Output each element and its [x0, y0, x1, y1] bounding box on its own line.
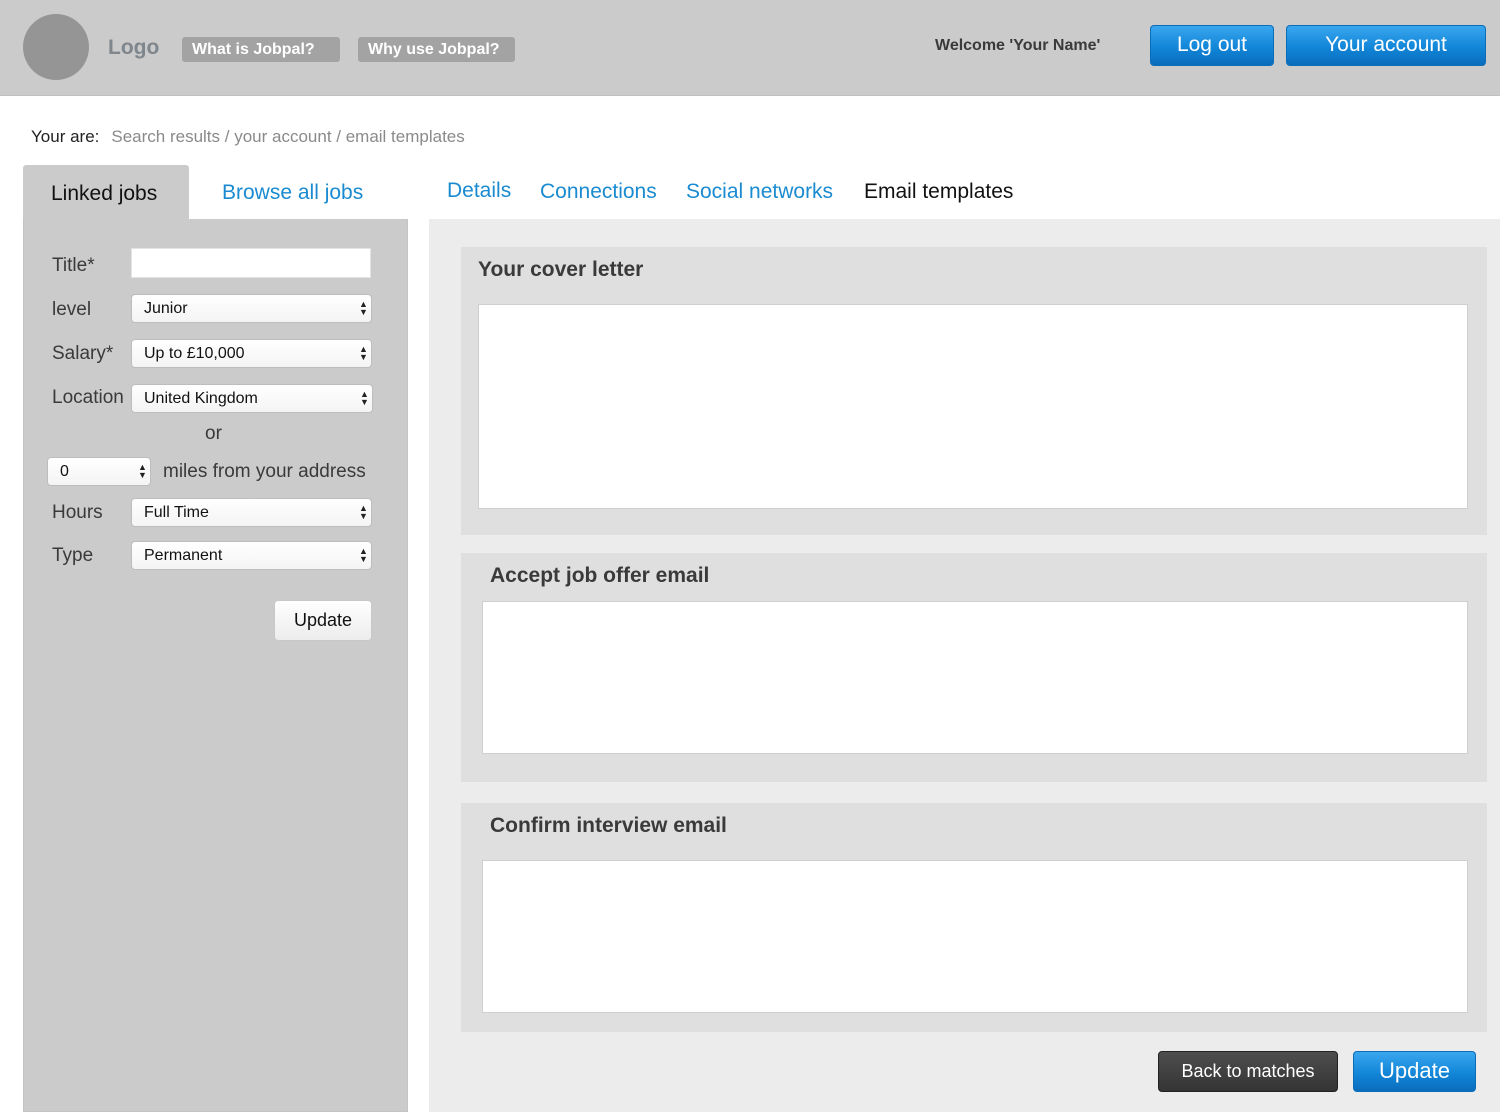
hours-select[interactable]: Full Time ▲ ▼ [131, 498, 372, 527]
accept-offer-textarea[interactable] [482, 601, 1468, 754]
logo-text[interactable]: Logo [108, 36, 159, 60]
type-select[interactable]: Permanent ▲ ▼ [131, 541, 372, 570]
select-arrows-icon: ▲ ▼ [138, 462, 147, 480]
type-label: Type [52, 545, 94, 566]
welcome-text: Welcome 'Your Name' [935, 37, 1101, 54]
tab-browse-all-jobs[interactable]: Browse all jobs [222, 181, 363, 205]
accept-offer-title: Accept job offer email [490, 564, 710, 587]
cover-letter-title: Your cover letter [478, 258, 644, 281]
update-templates-button[interactable]: Update [1353, 1051, 1476, 1092]
tab-social-networks[interactable]: Social networks [686, 180, 833, 204]
salary-value: Up to £10,000 [144, 345, 245, 362]
type-value: Permanent [144, 547, 223, 564]
back-to-matches-button[interactable]: Back to matches [1158, 1051, 1338, 1092]
select-arrows-icon: ▲ ▼ [359, 546, 368, 564]
salary-select[interactable]: Up to £10,000 ▲ ▼ [131, 339, 372, 368]
select-arrows-icon: ▲ ▼ [359, 299, 368, 317]
location-select[interactable]: United Kingdom ▲ ▼ [131, 384, 373, 413]
your-account-button[interactable]: Your account [1286, 25, 1486, 66]
level-value: Junior [144, 300, 188, 317]
breadcrumb-path[interactable]: Search results / your account / email te… [111, 127, 464, 146]
tab-email-templates[interactable]: Email templates [864, 180, 1013, 204]
nav-what-is-jobpal[interactable]: What is Jobpal? [182, 37, 340, 62]
title-input[interactable] [131, 248, 371, 278]
breadcrumb-label: Your are: [31, 127, 100, 146]
confirm-interview-textarea[interactable] [482, 860, 1468, 1013]
tab-linked-jobs[interactable]: Linked jobs [23, 165, 189, 221]
location-label: Location [52, 387, 124, 408]
logo-icon [23, 14, 89, 80]
title-label: Title* [52, 255, 95, 276]
location-value: United Kingdom [144, 390, 258, 407]
tab-connections[interactable]: Connections [540, 180, 657, 204]
select-arrows-icon: ▲ ▼ [359, 344, 368, 362]
select-arrows-icon: ▲ ▼ [360, 389, 369, 407]
filter-update-button[interactable]: Update [274, 600, 372, 641]
hours-value: Full Time [144, 504, 209, 521]
nav-why-use-jobpal[interactable]: Why use Jobpal? [358, 37, 515, 62]
miles-value: 0 [60, 463, 69, 480]
hours-label: Hours [52, 502, 103, 523]
level-label: level [52, 299, 92, 320]
salary-label: Salary* [52, 343, 114, 364]
cover-letter-textarea[interactable] [478, 304, 1468, 509]
breadcrumb: Your are: Search results / your account /… [31, 127, 465, 147]
logout-button[interactable]: Log out [1150, 25, 1274, 66]
top-header: Logo What is Jobpal? Why use Jobpal? Wel… [0, 0, 1500, 96]
miles-label: miles from your address [163, 461, 366, 482]
level-select[interactable]: Junior ▲ ▼ [131, 294, 372, 323]
tab-details[interactable]: Details [447, 179, 511, 203]
confirm-interview-title: Confirm interview email [490, 814, 727, 837]
select-arrows-icon: ▲ ▼ [359, 503, 368, 521]
or-text: or [205, 423, 222, 444]
miles-select[interactable]: 0 ▲ ▼ [47, 457, 151, 486]
